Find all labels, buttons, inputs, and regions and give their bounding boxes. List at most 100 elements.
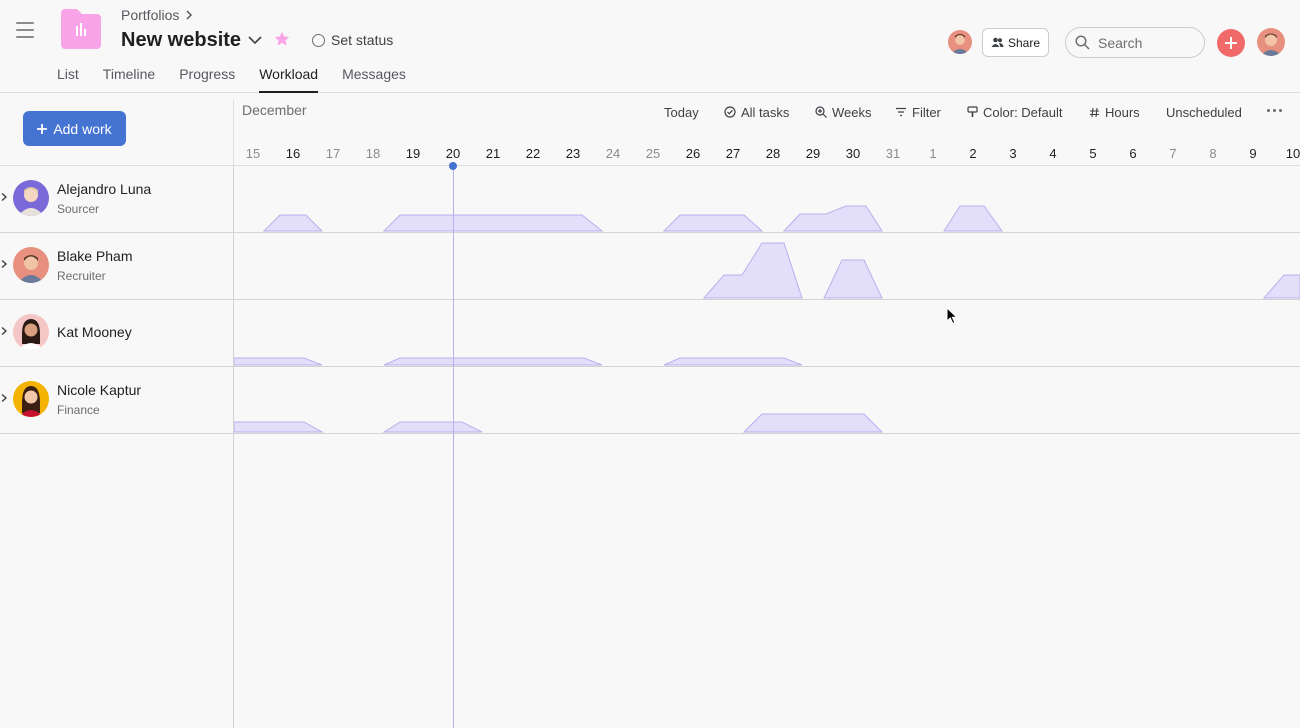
weeks-label: Weeks [832,104,872,120]
day-label: 22 [525,146,541,161]
day-label: 6 [1129,146,1137,161]
date-header: 15 16 17 18 19 20 21 22 23 24 25 26 27 28 29 30 31 1 2 3 4 5 6… [234,146,1300,162]
user-avatar[interactable] [1257,28,1285,56]
tab-progress[interactable]: Progress [179,66,235,93]
breadcrumb[interactable]: Portfolios [121,7,193,23]
hours-button[interactable]: Hours [1089,104,1140,120]
chevron-right-icon[interactable] [0,192,8,202]
add-work-button[interactable]: Add work [23,111,126,146]
month-label: December [242,102,307,118]
chevron-right-icon[interactable] [0,326,8,336]
chevron-right-icon[interactable] [0,393,8,403]
person-cell[interactable]: Blake Pham Recruiter [0,233,233,299]
day-label: 20 [445,146,461,161]
person-cell[interactable]: Alejandro Luna Sourcer [0,166,233,232]
person-name: Alejandro Luna [57,181,152,197]
status-circle-icon [312,33,325,47]
filter-icon [896,107,906,117]
workload-row: Blake Pham Recruiter [0,233,1300,300]
plus-icon [37,123,48,134]
day-label: 19 [405,146,421,161]
chevron-right-icon [186,10,193,20]
workload-row: Alejandro Luna Sourcer [0,166,1300,233]
all-tasks-label: All tasks [741,104,790,120]
filter-label: Filter [912,104,941,120]
favorite-star-icon[interactable] [273,30,291,48]
today-button[interactable]: Today [664,104,699,120]
tab-timeline[interactable]: Timeline [103,66,155,93]
share-button[interactable]: Share [982,28,1049,57]
person-role: Sourcer [57,202,100,216]
zoom-icon [815,106,827,118]
filter-button[interactable]: Filter [895,104,941,120]
plus-icon [1225,37,1237,49]
share-label: Share [1007,35,1041,50]
day-label: 27 [725,146,741,161]
day-label: 16 [285,146,301,161]
day-label: 15 [245,146,261,161]
workload-row: Nicole Kaptur Finance [0,367,1300,434]
today-marker-line [453,166,454,728]
project-folder-icon [57,5,105,53]
mouse-cursor-icon [946,307,958,325]
day-label: 18 [365,146,381,161]
hours-label: Hours [1105,104,1140,120]
tab-messages[interactable]: Messages [342,66,406,93]
all-tasks-button[interactable]: All tasks [724,104,789,120]
day-label: 5 [1089,146,1097,161]
day-label: 21 [485,146,501,161]
workload-chart[interactable] [234,233,1300,299]
add-work-label: Add work [53,120,112,137]
avatar [13,247,49,283]
day-label: 28 [765,146,781,161]
color-label: Color: Default [983,104,1063,120]
quick-add-button[interactable] [1217,29,1245,57]
day-label: 9 [1249,146,1257,161]
breadcrumb-portfolios[interactable]: Portfolios [121,7,179,23]
avatar [13,381,49,417]
day-label: 23 [565,146,581,161]
day-label: 4 [1049,146,1057,161]
search-icon [1075,35,1090,50]
person-name: Blake Pham [57,248,133,264]
weeks-button[interactable]: Weeks [815,104,872,120]
day-label: 26 [685,146,701,161]
page-header: Portfolios New website Set status List T… [0,0,1300,93]
avatar [13,180,49,216]
unscheduled-label: Unscheduled [1166,104,1242,120]
workload-chart[interactable] [234,367,1300,433]
day-label: 10 [1285,146,1300,161]
day-label: 25 [645,146,661,161]
day-label: 1 [929,146,937,161]
more-options-icon[interactable] [1267,109,1282,112]
member-avatar[interactable] [948,30,972,54]
avatar [13,314,49,350]
workload-chart[interactable] [234,300,1300,366]
check-circle-icon [724,106,736,118]
chevron-right-icon[interactable] [0,259,8,269]
search-input[interactable]: Search [1065,27,1205,58]
unscheduled-button[interactable]: Unscheduled [1166,104,1242,120]
tab-workload[interactable]: Workload [259,66,319,93]
day-label: 24 [605,146,621,161]
person-cell[interactable]: Nicole Kaptur Finance [0,367,233,433]
tab-list[interactable]: List [57,66,79,93]
hash-icon [1090,107,1099,117]
color-button[interactable]: Color: Default [967,104,1062,120]
search-placeholder: Search [1098,34,1143,51]
day-label: 17 [325,146,341,161]
today-marker-dot [449,162,457,170]
chevron-down-icon[interactable] [246,33,264,47]
person-name: Nicole Kaptur [57,382,142,398]
day-label: 31 [885,146,901,161]
column-divider [233,166,234,728]
page-title: New website [121,29,242,51]
person-role: Finance [57,403,100,417]
person-cell[interactable]: Kat Mooney [0,300,233,366]
paint-icon [967,106,978,117]
menu-icon[interactable] [16,22,34,38]
today-label: Today [664,104,699,120]
workload-chart[interactable] [234,166,1300,232]
person-name: Kat Mooney [57,324,132,340]
set-status-button[interactable]: Set status [312,32,393,48]
